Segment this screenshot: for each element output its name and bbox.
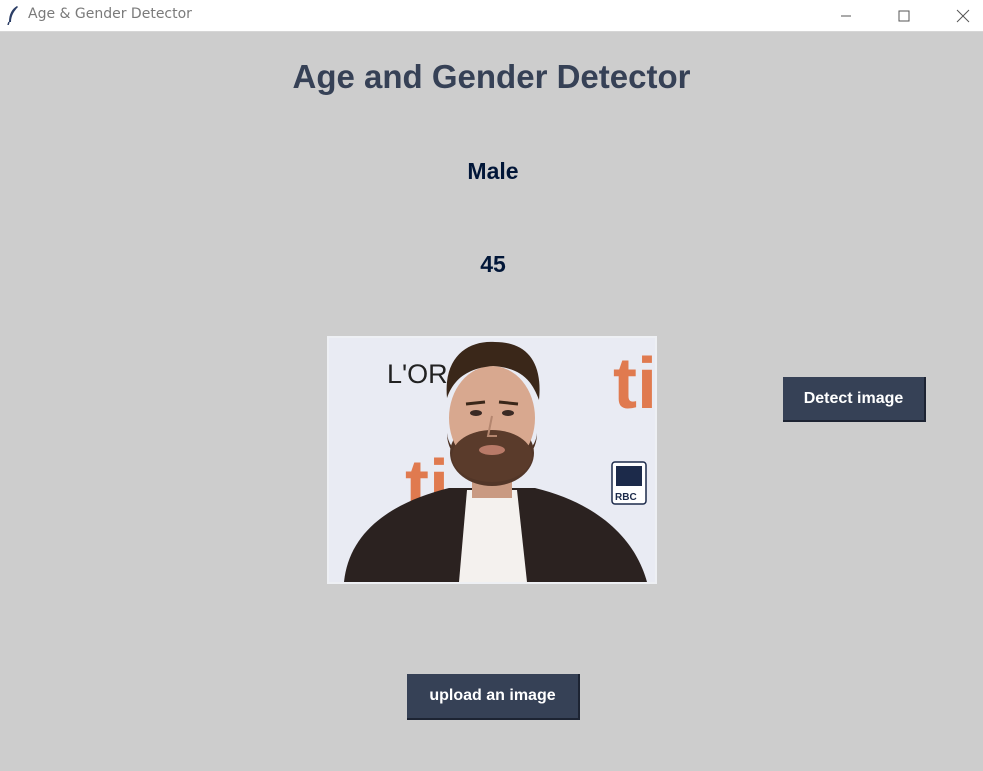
close-button[interactable] (940, 0, 983, 32)
close-icon (956, 9, 970, 23)
maximize-button[interactable] (881, 0, 927, 32)
sponsor-text: RBC (615, 492, 637, 503)
title-bar: Age & Gender Detector (0, 0, 983, 32)
upload-image-button[interactable]: upload an image (407, 674, 580, 720)
banner-text-top: ti (613, 344, 655, 424)
uploaded-image: ti ti L'OR RBC (327, 336, 657, 584)
app-heading: Age and Gender Detector (292, 58, 691, 95)
minimize-icon (841, 15, 851, 17)
logo-text: L'OR (387, 359, 448, 389)
minimize-button[interactable] (823, 0, 869, 32)
maximize-icon (898, 10, 910, 22)
gender-result-label: Male (467, 158, 519, 184)
feather-icon (7, 6, 18, 25)
window-title: Age & Gender Detector (28, 6, 192, 22)
detect-image-button[interactable]: Detect image (783, 377, 926, 422)
age-result-label: 45 (480, 251, 506, 277)
